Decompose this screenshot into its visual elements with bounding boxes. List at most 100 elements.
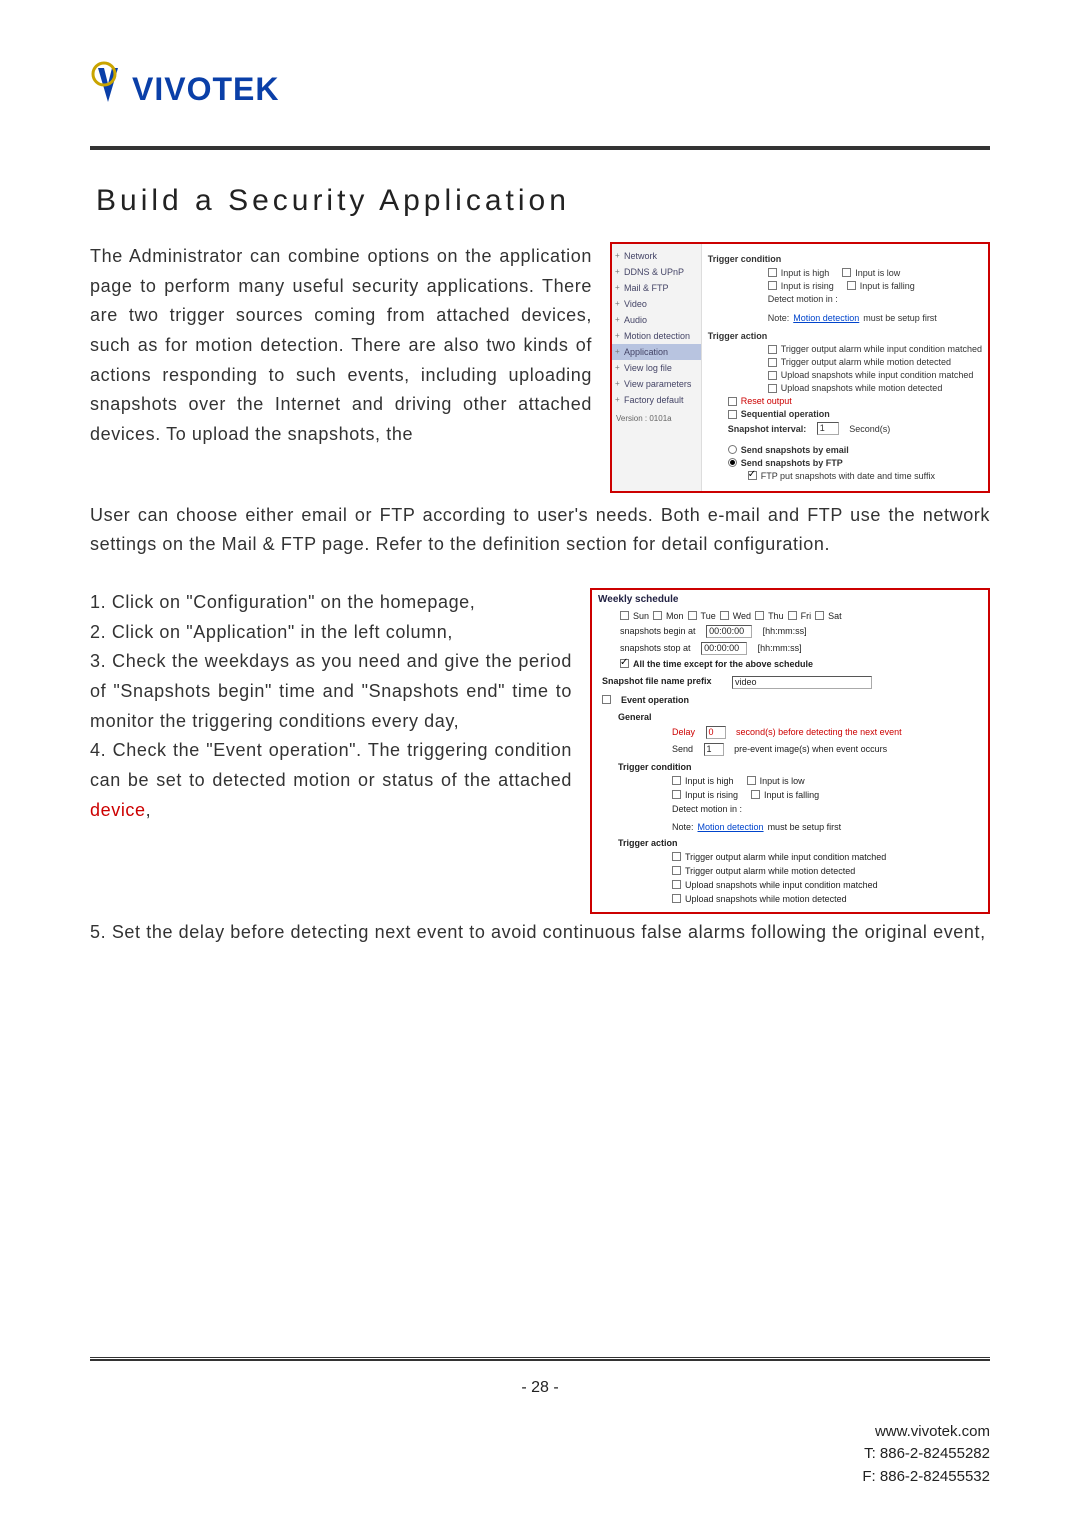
brand-logo: VIVOTEK [90,60,990,116]
trigger-action-heading: Trigger action [708,325,982,343]
radio-send-email[interactable] [728,445,737,454]
config-sidebar: Network DDNS & UPnP Mail & FTP Video Aud… [612,244,702,491]
checkbox-all-time[interactable] [620,659,629,668]
checkbox-wed[interactable] [720,611,729,620]
detect-motion-label: Detect motion in : [768,294,838,304]
trigger-action-heading-2: Trigger action [592,834,988,850]
checkbox2-input-high[interactable] [672,776,681,785]
sidebar-item-application[interactable]: Application [612,344,701,360]
checkbox2-ta1[interactable] [672,852,681,861]
detect-motion-label-2: Detect motion in : [672,804,742,814]
divider-top [90,146,990,150]
step-5: 5. Set the delay before detecting next e… [90,918,990,948]
checkbox-ta3[interactable] [768,371,777,380]
contact-fax: F: 886-2-82455532 [90,1466,990,1489]
delay-input[interactable]: 0 [706,726,726,739]
step-1: 1. Click on "Configuration" on the homep… [90,588,572,618]
label-sun: Sun [633,611,649,621]
label-mon: Mon [666,611,684,621]
step-2: 2. Click on "Application" in the left co… [90,618,572,648]
label2-input-falling: Input is falling [764,790,819,800]
checkbox-event-operation[interactable] [602,695,611,704]
sidebar-item-params[interactable]: View parameters [612,376,701,392]
delay-rest: second(s) before detecting the next even… [736,727,902,737]
checkbox2-ta2[interactable] [672,866,681,875]
sidebar-item-video[interactable]: Video [612,296,701,312]
divider-bottom [90,1357,990,1361]
checkbox-mon[interactable] [653,611,662,620]
prefix-label: Snapshot file name prefix [602,676,722,689]
checkbox-input-rising[interactable] [768,281,777,290]
trigger-condition-heading-2: Trigger condition [592,758,988,774]
checkbox2-input-low[interactable] [747,776,756,785]
prefix-input[interactable]: video [732,676,872,689]
checkbox-sequential[interactable] [728,410,737,419]
send-ftp-label: Send snapshots by FTP [741,458,843,468]
checkbox-ftp-suffix[interactable] [748,471,757,480]
stop-time-input[interactable]: 00:00:00 [701,642,747,655]
contact-tel: T: 886-2-82455282 [90,1443,990,1466]
contact-url: www.vivotek.com [90,1421,990,1444]
checkbox-ta1[interactable] [768,345,777,354]
begin-format: [hh:mm:ss] [763,626,807,636]
checkbox-input-low[interactable] [842,268,851,277]
label2-ta2: Trigger output alarm while motion detect… [685,866,855,876]
label2-input-low: Input is low [760,776,805,786]
checkbox2-ta3[interactable] [672,880,681,889]
begin-time-input[interactable]: 00:00:00 [706,625,752,638]
checkbox-thu[interactable] [755,611,764,620]
snapshot-interval-input[interactable]: 1 [817,422,839,435]
screenshot-application-config: Network DDNS & UPnP Mail & FTP Video Aud… [610,242,990,493]
checkbox-sat[interactable] [815,611,824,620]
label-ta2: Trigger output alarm while motion detect… [781,357,951,367]
snapshot-interval-label: Snapshot interval: [728,424,807,434]
ftp-suffix-label: FTP put snapshots with date and time suf… [761,471,935,481]
label2-input-rising: Input is rising [685,790,738,800]
label-input-high: Input is high [781,268,830,278]
sidebar-item-mail[interactable]: Mail & FTP [612,280,701,296]
checkbox-input-falling[interactable] [847,281,856,290]
send-label: Send [672,744,693,754]
checkbox-sun[interactable] [620,611,629,620]
checkbox-tue[interactable] [688,611,697,620]
label-ta4: Upload snapshots while motion detected [781,383,943,393]
sidebar-item-motion[interactable]: Motion detection [612,328,701,344]
checkbox-ta4[interactable] [768,384,777,393]
label-ta1: Trigger output alarm while input conditi… [781,344,982,354]
begin-label: snapshots begin at [620,626,696,636]
event-operation-label: Event operation [621,695,689,705]
step-3: 3. Check the weekdays as you need and gi… [90,647,572,736]
send-input[interactable]: 1 [704,743,724,756]
note-suffix: must be setup first [863,313,937,323]
checkbox2-input-rising[interactable] [672,790,681,799]
all-time-label: All the time except for the above schedu… [633,659,813,669]
sidebar-item-network[interactable]: Network [612,248,701,264]
label-input-rising: Input is rising [781,281,834,291]
general-heading: General [592,708,988,724]
paragraph-after: User can choose either email or FTP acco… [90,501,990,560]
motion-detection-link-2[interactable]: Motion detection [698,822,764,832]
checkbox-fri[interactable] [788,611,797,620]
motion-detection-link[interactable]: Motion detection [793,313,859,323]
step-4-device-word: device [90,800,146,820]
checkbox-ta2[interactable] [768,358,777,367]
contact-info: www.vivotek.com T: 886-2-82455282 F: 886… [90,1421,990,1489]
page-number: - 28 - [90,1379,990,1397]
trigger-condition-heading: Trigger condition [708,248,982,266]
sidebar-item-factory[interactable]: Factory default [612,392,701,408]
sequential-operation-label: Sequential operation [741,409,830,419]
note2-suffix: must be setup first [768,822,842,832]
sidebar-item-log[interactable]: View log file [612,360,701,376]
note2-prefix: Note: [672,822,694,832]
radio-send-ftp[interactable] [728,458,737,467]
sidebar-item-ddns[interactable]: DDNS & UPnP [612,264,701,280]
checkbox2-input-falling[interactable] [751,790,760,799]
note-prefix: Note: [768,313,790,323]
checkbox-reset-output[interactable] [728,397,737,406]
svg-text:VIVOTEK: VIVOTEK [132,71,279,107]
checkbox-input-high[interactable] [768,268,777,277]
label-sat: Sat [828,611,842,621]
sidebar-item-audio[interactable]: Audio [612,312,701,328]
label-thu: Thu [768,611,784,621]
checkbox2-ta4[interactable] [672,894,681,903]
